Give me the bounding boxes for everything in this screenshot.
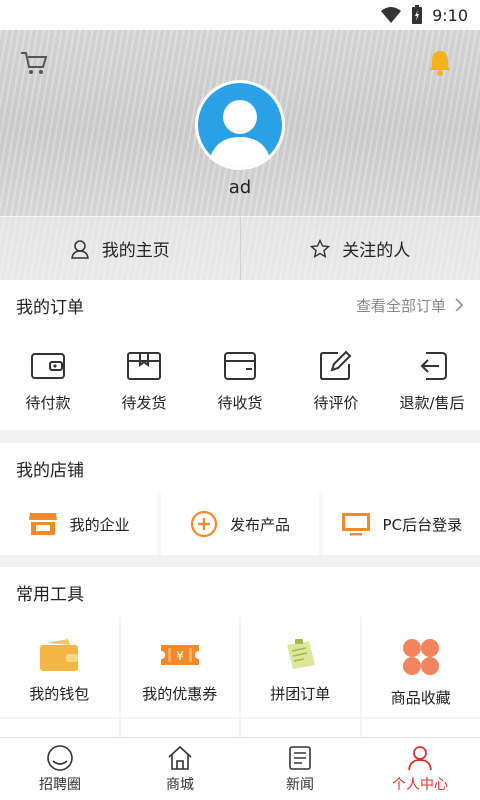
publish-product-label: 发布产品 bbox=[229, 515, 290, 534]
tab-recruit-circle-label: 招聘圈 bbox=[39, 777, 81, 793]
cart-icon bbox=[21, 52, 48, 74]
order-pending-receipt[interactable]: 待收货 bbox=[192, 330, 288, 430]
order-pending-receipt-label: 待收货 bbox=[217, 394, 263, 412]
edit-icon bbox=[320, 350, 352, 380]
tab-mall-label: 商城 bbox=[166, 777, 194, 793]
view-all-orders-label: 查看全部订单 bbox=[355, 296, 446, 315]
following-button[interactable]: 关注的人 bbox=[239, 217, 480, 280]
tools-grid: 我的钱包 ¥ 我的优惠券 拼团订单 商品收藏 bbox=[0, 617, 480, 747]
tools-title: 常用工具 bbox=[16, 584, 84, 605]
coupon-icon: ¥ bbox=[160, 645, 199, 665]
svg-text:¥: ¥ bbox=[176, 649, 184, 663]
order-pending-payment-label: 待付款 bbox=[25, 394, 71, 412]
status-bar: 9:10 bbox=[0, 0, 480, 30]
order-refund[interactable]: 退款/售后 bbox=[384, 330, 480, 430]
pc-login-label: PC后台登录 bbox=[382, 515, 463, 534]
shop-title: 我的店铺 bbox=[16, 460, 84, 481]
order-status-row: 待付款 待发货 待收货 待评价 退款/售后 bbox=[0, 330, 480, 430]
favorites-label: 商品收藏 bbox=[390, 689, 451, 707]
avatar[interactable] bbox=[195, 80, 285, 170]
pc-login-button[interactable]: PC后台登录 bbox=[322, 493, 480, 555]
wallet-fill-icon bbox=[40, 639, 79, 671]
my-company-button[interactable]: 我的企业 bbox=[0, 493, 158, 555]
tab-mall[interactable]: 商城 bbox=[120, 738, 240, 800]
my-coupons-label: 我的优惠券 bbox=[142, 685, 218, 703]
order-pending-shipment[interactable]: 待发货 bbox=[96, 330, 192, 430]
box-icon bbox=[127, 352, 161, 380]
tab-news[interactable]: 新闻 bbox=[240, 738, 360, 800]
tab-recruit-circle[interactable]: 招聘圈 bbox=[0, 738, 120, 800]
wallet-icon bbox=[31, 353, 65, 379]
star-icon bbox=[310, 238, 331, 258]
notification-button[interactable] bbox=[426, 48, 454, 80]
tab-profile-label: 个人中心 bbox=[392, 777, 448, 793]
view-all-orders-link[interactable]: 查看全部订单 bbox=[356, 295, 464, 316]
my-coupons-button[interactable]: ¥ 我的优惠券 bbox=[120, 617, 239, 717]
orders-title: 我的订单 bbox=[16, 297, 84, 318]
tools-header: 常用工具 bbox=[0, 567, 480, 617]
receive-icon bbox=[224, 352, 256, 380]
monitor-icon bbox=[341, 513, 370, 536]
my-homepage-label: 我的主页 bbox=[101, 241, 170, 261]
order-pending-payment[interactable]: 待付款 bbox=[0, 330, 96, 430]
bell-icon bbox=[429, 51, 451, 76]
wifi-icon bbox=[381, 7, 402, 23]
add-circle-icon bbox=[190, 510, 218, 538]
order-pending-review[interactable]: 待评价 bbox=[288, 330, 384, 430]
profile-tabs: 我的主页 关注的人 bbox=[0, 216, 480, 280]
order-pending-review-label: 待评价 bbox=[313, 394, 359, 412]
my-homepage-button[interactable]: 我的主页 bbox=[0, 217, 240, 280]
group-orders-label: 拼团订单 bbox=[270, 685, 331, 703]
avatar-person-icon bbox=[208, 100, 272, 167]
shop-header: 我的店铺 bbox=[0, 443, 480, 493]
tab-profile[interactable]: 个人中心 bbox=[360, 738, 480, 800]
order-pending-shipment-label: 待发货 bbox=[121, 394, 167, 412]
store-icon bbox=[28, 513, 57, 535]
group-order-icon bbox=[287, 639, 316, 669]
user-icon bbox=[408, 746, 432, 771]
shop-row: 我的企业 发布产品 PC后台登录 bbox=[0, 493, 480, 555]
orders-header: 我的订单 查看全部订单 bbox=[0, 280, 480, 330]
person-icon bbox=[70, 239, 89, 259]
home-icon bbox=[168, 745, 192, 770]
news-icon bbox=[289, 746, 311, 770]
status-time: 9:10 bbox=[432, 5, 468, 25]
return-icon bbox=[420, 352, 447, 380]
following-label: 关注的人 bbox=[342, 241, 411, 261]
username: ad bbox=[228, 177, 252, 198]
bottom-tab-bar: 招聘圈 商城 新闻 个人中心 bbox=[0, 737, 480, 800]
chevron-right-icon bbox=[455, 298, 464, 312]
smile-icon bbox=[47, 745, 73, 771]
tab-news-label: 新闻 bbox=[286, 777, 314, 793]
order-refund-label: 退款/售后 bbox=[399, 394, 465, 412]
clover-icon bbox=[402, 639, 439, 675]
my-wallet-button[interactable]: 我的钱包 bbox=[0, 617, 119, 717]
profile-header: ad 我的主页 关注的人 bbox=[0, 30, 480, 280]
battery-icon bbox=[412, 5, 423, 24]
publish-product-button[interactable]: 发布产品 bbox=[161, 493, 319, 555]
group-orders-button[interactable]: 拼团订单 bbox=[241, 617, 360, 717]
cart-button[interactable] bbox=[20, 50, 48, 80]
my-company-label: 我的企业 bbox=[69, 515, 130, 534]
my-wallet-label: 我的钱包 bbox=[29, 685, 90, 703]
favorites-button[interactable]: 商品收藏 bbox=[361, 617, 480, 717]
